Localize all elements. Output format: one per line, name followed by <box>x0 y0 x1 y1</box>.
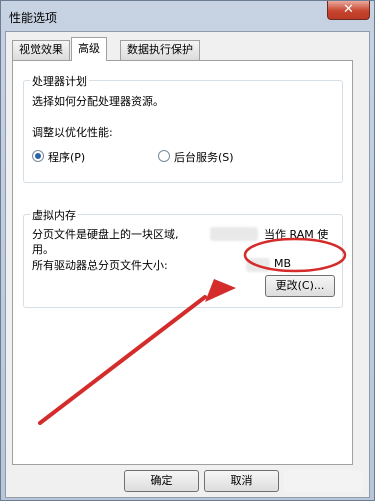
processor-scheduling-legend: 处理器计划 <box>30 73 89 89</box>
total-paging-size-label: 所有驱动器总分页文件大小: <box>32 259 168 272</box>
tab-data-execution-prevention[interactable]: 数据执行保护 <box>120 40 200 60</box>
virtual-memory-legend: 虚拟内存 <box>30 207 78 223</box>
programs-radio-label[interactable]: 程序(P) <box>48 149 85 165</box>
ok-button[interactable]: 确定 <box>124 470 199 492</box>
cancel-button[interactable]: 取消 <box>204 470 279 492</box>
redacted-apply-button <box>284 470 362 492</box>
close-icon: ✕ <box>343 2 354 17</box>
redacted-size-value <box>246 258 270 272</box>
window-title: 性能选项 <box>9 11 58 25</box>
paging-file-text-line2: 用。 <box>32 243 54 256</box>
virtual-memory-group: 虚拟内存 分页文件是硬盘上的一块区域, 当作 RAM 使 用。 所有驱动器总分页… <box>23 207 343 308</box>
change-virtual-memory-button[interactable]: 更改(C)... <box>265 275 335 297</box>
dialog-body: 视觉效果 高级 数据执行保护 处理器计划 选择如何分配处理器资源。 调整以优化性… <box>5 31 370 498</box>
processor-description: 选择如何分配处理器资源。 <box>32 95 164 108</box>
programs-radio[interactable] <box>32 150 44 162</box>
optimize-label: 调整以优化性能: <box>32 126 113 139</box>
paging-file-text-start: 分页文件是硬盘上的一块区域, <box>32 228 179 241</box>
paging-file-text-end: 当作 RAM 使 <box>264 228 329 241</box>
tab-visual-effects[interactable]: 视觉效果 <box>12 40 70 60</box>
performance-options-window: 性能选项 ✕ 视觉效果 高级 数据执行保护 处理器计划 选择如何分配处理器资源。… <box>0 0 375 501</box>
radio-selected-dot <box>35 153 41 159</box>
total-paging-size-unit: MB <box>274 257 292 270</box>
background-services-radio[interactable] <box>158 150 170 162</box>
advanced-tab-panel: 处理器计划 选择如何分配处理器资源。 调整以优化性能: 程序(P) 后台服务(S… <box>12 60 353 465</box>
redacted-area <box>210 227 258 241</box>
title-bar[interactable]: 性能选项 ✕ <box>1 1 375 31</box>
close-button[interactable]: ✕ <box>327 1 370 20</box>
processor-scheduling-group: 处理器计划 选择如何分配处理器资源。 调整以优化性能: 程序(P) 后台服务(S… <box>23 73 343 183</box>
background-services-radio-label[interactable]: 后台服务(S) <box>174 149 234 165</box>
tab-advanced[interactable]: 高级 <box>71 37 107 61</box>
